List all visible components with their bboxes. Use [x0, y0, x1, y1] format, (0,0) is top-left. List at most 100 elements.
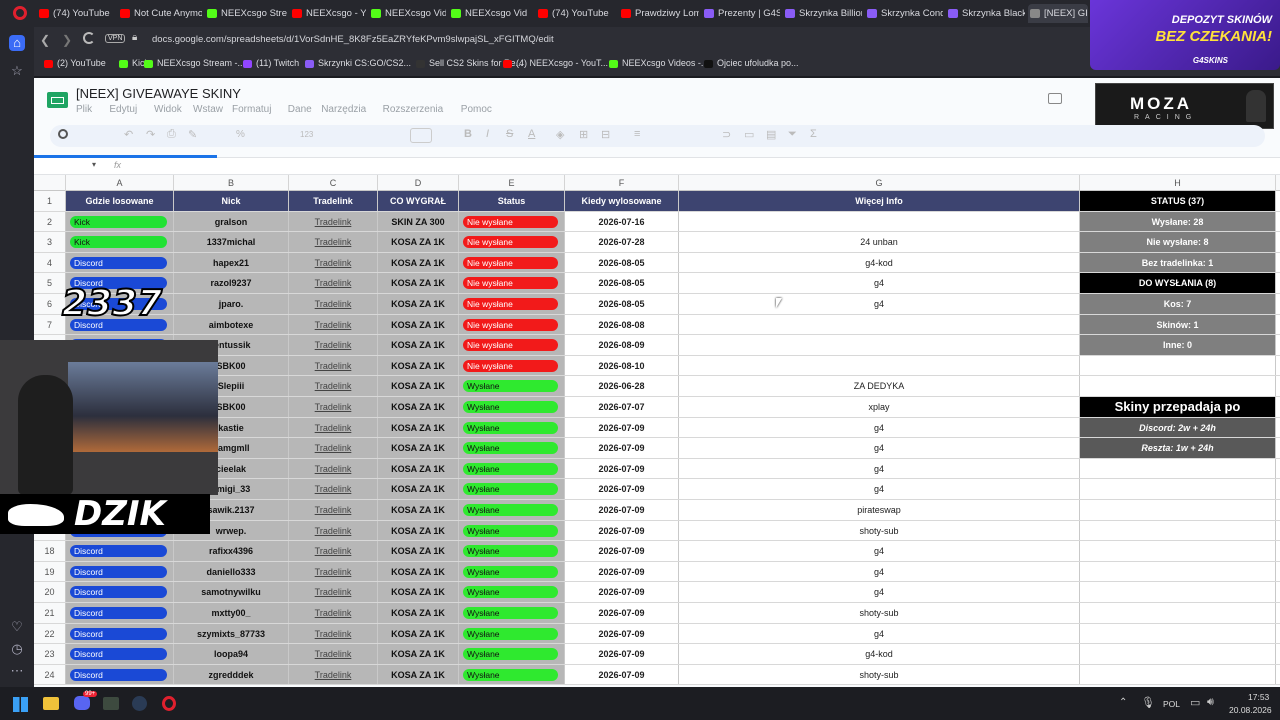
- cell-status-panel[interactable]: Inne: 0: [1080, 335, 1276, 355]
- cell-nick[interactable]: samotnywilku: [174, 582, 289, 602]
- bookmark-item[interactable]: (2) YouTube: [44, 58, 106, 68]
- column-header[interactable]: H: [1080, 175, 1276, 191]
- cell-tradelink[interactable]: Tradelink: [289, 355, 378, 376]
- status-chip[interactable]: Nie wysłane: [463, 298, 558, 310]
- cell-date[interactable]: 2026-08-08: [565, 314, 679, 335]
- header-cell[interactable]: Gdzie losowane: [66, 191, 174, 211]
- cell-nick[interactable]: razol9237: [174, 273, 289, 293]
- tray-chevron-icon[interactable]: ⌃: [1119, 697, 1127, 708]
- doc-title[interactable]: [NEEX] GIVEAWAYE SKINY: [76, 86, 241, 101]
- cell-status-panel[interactable]: DO WYSŁANIA (8): [1080, 273, 1276, 293]
- cell-info[interactable]: shoty-sub: [679, 603, 1080, 623]
- cell-tradelink[interactable]: Tradelink: [289, 664, 378, 685]
- cell-status[interactable]: Nie wysłane: [459, 355, 565, 376]
- forward-icon[interactable]: ❯: [62, 33, 72, 47]
- cell-status-panel[interactable]: Reszta: 1w + 24h: [1080, 438, 1276, 458]
- cell-prize[interactable]: KOSA ZA 1K: [378, 603, 459, 623]
- cell-status-panel[interactable]: [1080, 541, 1276, 561]
- tradelink-link[interactable]: Tradelink: [315, 670, 352, 680]
- cell-date[interactable]: 2026-07-09: [565, 541, 679, 561]
- strikethrough-icon[interactable]: S: [506, 128, 513, 140]
- cell-tradelink[interactable]: Tradelink: [289, 335, 378, 355]
- menu-item[interactable]: Plik: [76, 104, 92, 115]
- corner-cell[interactable]: [34, 175, 66, 191]
- menu-item[interactable]: Edytuj: [109, 104, 137, 115]
- cell-date[interactable]: 2026-07-09: [565, 603, 679, 623]
- network-icon[interactable]: ▭: [1190, 696, 1200, 709]
- star-icon[interactable]: ☆: [9, 63, 25, 79]
- tradelink-link[interactable]: Tradelink: [315, 526, 352, 536]
- cell-status-panel[interactable]: [1080, 500, 1276, 520]
- tradelink-link[interactable]: Tradelink: [315, 484, 352, 494]
- bold-icon[interactable]: B: [464, 128, 472, 140]
- cell-status[interactable]: Wysłane: [459, 582, 565, 602]
- browser-tab[interactable]: NEEXcsgo Video: [449, 4, 527, 23]
- cell-prize[interactable]: KOSA ZA 1K: [378, 273, 459, 293]
- steam-icon[interactable]: [132, 696, 147, 711]
- cell-prize[interactable]: KOSA ZA 1K: [378, 417, 459, 438]
- cell-nick[interactable]: szymixts_87733: [174, 623, 289, 644]
- header-cell[interactable]: Więcej Info: [679, 191, 1080, 211]
- cell-date[interactable]: 2026-06-28: [565, 376, 679, 396]
- cell-status[interactable]: Nie wysłane: [459, 252, 565, 273]
- tradelink-link[interactable]: Tradelink: [315, 278, 352, 288]
- search-menu-icon[interactable]: [58, 129, 68, 139]
- cell-info[interactable]: g4: [679, 417, 1080, 438]
- status-chip[interactable]: Wysłane: [463, 586, 558, 599]
- cell-source[interactable]: Discord: [66, 644, 174, 664]
- cell-status-panel[interactable]: Nie wysłane: 8: [1080, 232, 1276, 252]
- tradelink-link[interactable]: Tradelink: [315, 381, 352, 391]
- tradelink-link[interactable]: Tradelink: [315, 237, 352, 247]
- tradelink-link[interactable]: Tradelink: [315, 464, 352, 474]
- cell-date[interactable]: 2026-07-09: [565, 644, 679, 664]
- cell-source[interactable]: Kick: [66, 211, 174, 232]
- status-chip[interactable]: Wysłane: [463, 668, 558, 681]
- cell-tradelink[interactable]: Tradelink: [289, 520, 378, 541]
- cell-info[interactable]: shoty-sub: [679, 664, 1080, 685]
- cell-prize[interactable]: KOSA ZA 1K: [378, 232, 459, 252]
- cell-nick[interactable]: zgredddek: [174, 664, 289, 685]
- cell-tradelink[interactable]: Tradelink: [289, 582, 378, 602]
- cell-status-panel[interactable]: [1080, 644, 1276, 664]
- cell-date[interactable]: 2026-07-09: [565, 438, 679, 458]
- cell-source[interactable]: Discord: [66, 541, 174, 561]
- column-header[interactable]: C: [289, 175, 378, 191]
- status-chip[interactable]: Wysłane: [463, 565, 558, 578]
- cell-status-panel[interactable]: [1080, 479, 1276, 499]
- status-chip[interactable]: Wysłane: [463, 380, 558, 393]
- cell-prize[interactable]: KOSA ZA 1K: [378, 294, 459, 314]
- status-chip[interactable]: Wysłane: [463, 483, 558, 496]
- cell-tradelink[interactable]: Tradelink: [289, 603, 378, 623]
- cell-nick[interactable]: aimbotexe: [174, 314, 289, 335]
- cell-status[interactable]: Wysłane: [459, 541, 565, 561]
- cell-date[interactable]: 2026-07-09: [565, 561, 679, 582]
- header-cell[interactable]: Tradelink: [289, 191, 378, 211]
- cell-prize[interactable]: KOSA ZA 1K: [378, 252, 459, 273]
- cell-tradelink[interactable]: Tradelink: [289, 500, 378, 520]
- cell-tradelink[interactable]: Tradelink: [289, 252, 378, 273]
- cell-status-panel[interactable]: [1080, 664, 1276, 685]
- cell-nick[interactable]: mxtty00_: [174, 603, 289, 623]
- cell-prize[interactable]: KOSA ZA 1K: [378, 335, 459, 355]
- status-chip[interactable]: Nie wysłane: [463, 236, 558, 249]
- tradelink-link[interactable]: Tradelink: [315, 299, 352, 309]
- cell-tradelink[interactable]: Tradelink: [289, 294, 378, 314]
- cell-info[interactable]: g4: [679, 561, 1080, 582]
- cell-info[interactable]: g4: [679, 458, 1080, 479]
- merge-icon[interactable]: ⊟: [601, 128, 610, 141]
- menu-item[interactable]: Rozszerzenia: [383, 104, 444, 115]
- clock-date[interactable]: 20.08.2026: [1229, 705, 1272, 715]
- browser-tab[interactable]: [NEEX] GIVE: [1028, 4, 1088, 23]
- browser-tab[interactable]: Prawdziwy Lomb: [619, 4, 699, 23]
- cell-info[interactable]: [679, 314, 1080, 335]
- cell-status[interactable]: Wysłane: [459, 520, 565, 541]
- filter-icon[interactable]: ⏷: [788, 128, 797, 141]
- source-chip[interactable]: Discord: [70, 648, 167, 661]
- browser-tab[interactable]: NEEXcsgo - YouT: [290, 4, 366, 23]
- header-cell[interactable]: Status: [459, 191, 565, 211]
- source-chip[interactable]: Discord: [70, 607, 167, 619]
- cell-tradelink[interactable]: Tradelink: [289, 232, 378, 252]
- name-box-dropdown-icon[interactable]: ▾: [92, 160, 96, 169]
- cell-status[interactable]: Wysłane: [459, 623, 565, 644]
- italic-icon[interactable]: I: [486, 128, 489, 140]
